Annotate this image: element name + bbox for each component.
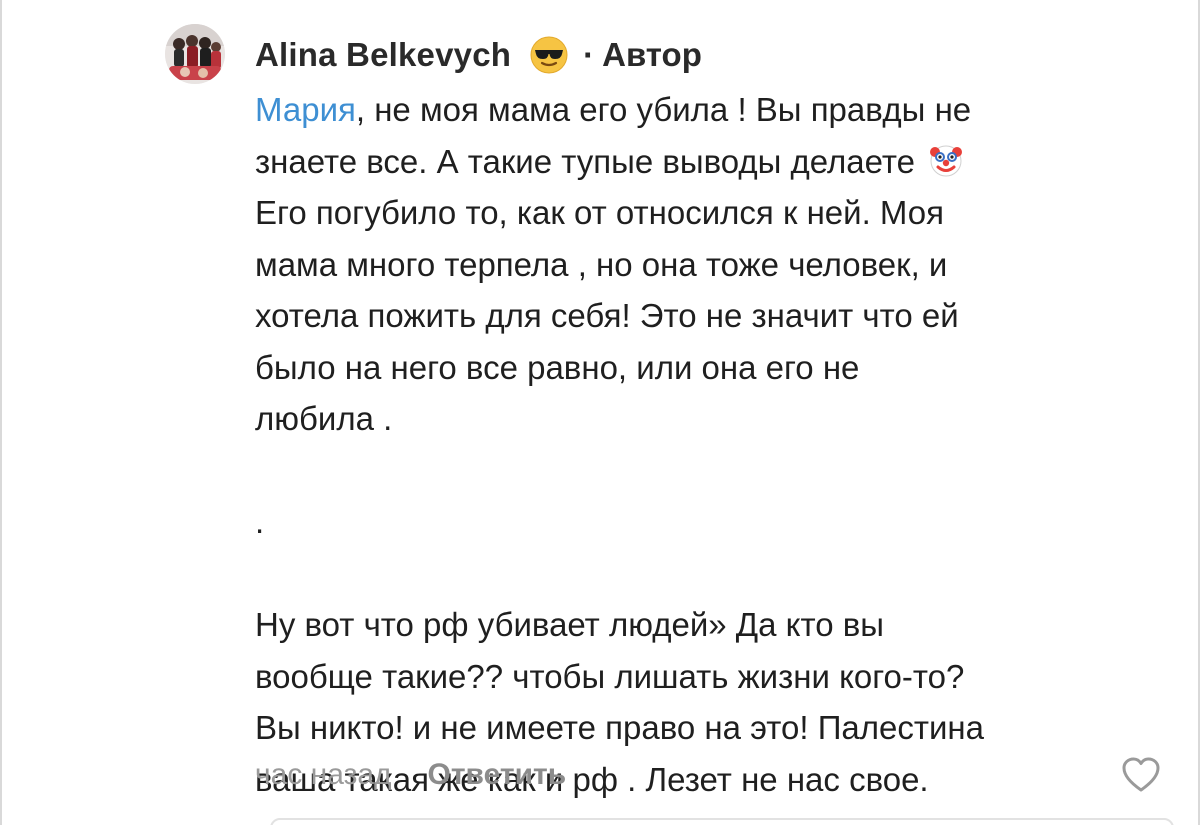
mention-link[interactable]: Мария <box>255 91 356 128</box>
text-line: хотела пожить для себя! Это не значит чт… <box>255 297 959 334</box>
comment-footer: час назад Ответить <box>255 750 566 800</box>
text-line: Мария, не моя мама его убила ! Вы правды… <box>255 91 972 128</box>
text-line: Вы никто! и не имеете право на это! Пале… <box>255 709 984 746</box>
comment-text: Мария, не моя мама его убила ! Вы правды… <box>255 84 1155 805</box>
text-line: знаете все. А такие тупые выводы делаете <box>255 136 1155 188</box>
text-line: было на него все равно, или она его не <box>255 348 860 386</box>
avatar[interactable] <box>165 24 225 84</box>
text-line: любила . <box>255 400 393 437</box>
text-line: Ну вот что рф убивает людей» Да кто вы <box>255 606 884 643</box>
text-line: Его погубило то, как от относился к ней.… <box>255 194 945 231</box>
sunglasses-face-icon <box>529 35 569 75</box>
text-line: . <box>255 503 265 540</box>
comment-timestamp: час назад <box>255 758 392 791</box>
comment-header: Alina Belkevych · Автор <box>255 30 702 80</box>
text-line: вообще такие?? чтобы лишать жизни кого-т… <box>255 657 965 695</box>
reply-button[interactable]: Ответить <box>428 758 567 792</box>
avatar-photo <box>165 24 225 84</box>
author-name[interactable]: Alina Belkevych <box>255 30 511 80</box>
clown-face-icon <box>928 141 964 177</box>
text-line: мама много терпела , но она тоже человек… <box>255 245 948 283</box>
next-card-edge <box>270 818 1174 825</box>
heart-outline-icon[interactable] <box>1120 754 1162 796</box>
author-role-badge: Автор <box>602 36 702 73</box>
header-separator: · <box>583 36 595 73</box>
